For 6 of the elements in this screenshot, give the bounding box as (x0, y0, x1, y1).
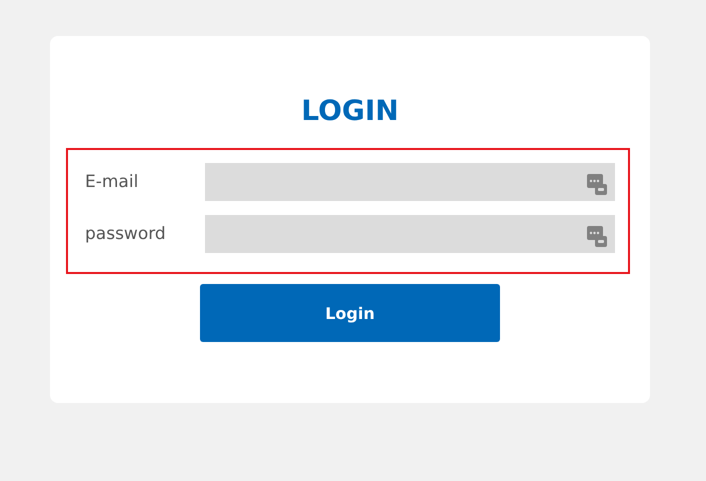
login-title: LOGIN (301, 93, 399, 129)
login-button[interactable]: Login (200, 284, 500, 342)
input-field[interactable] (205, 215, 615, 253)
input-field[interactable] (205, 163, 615, 201)
field-label: password (85, 224, 167, 244)
field-label: E-mail (85, 172, 140, 192)
